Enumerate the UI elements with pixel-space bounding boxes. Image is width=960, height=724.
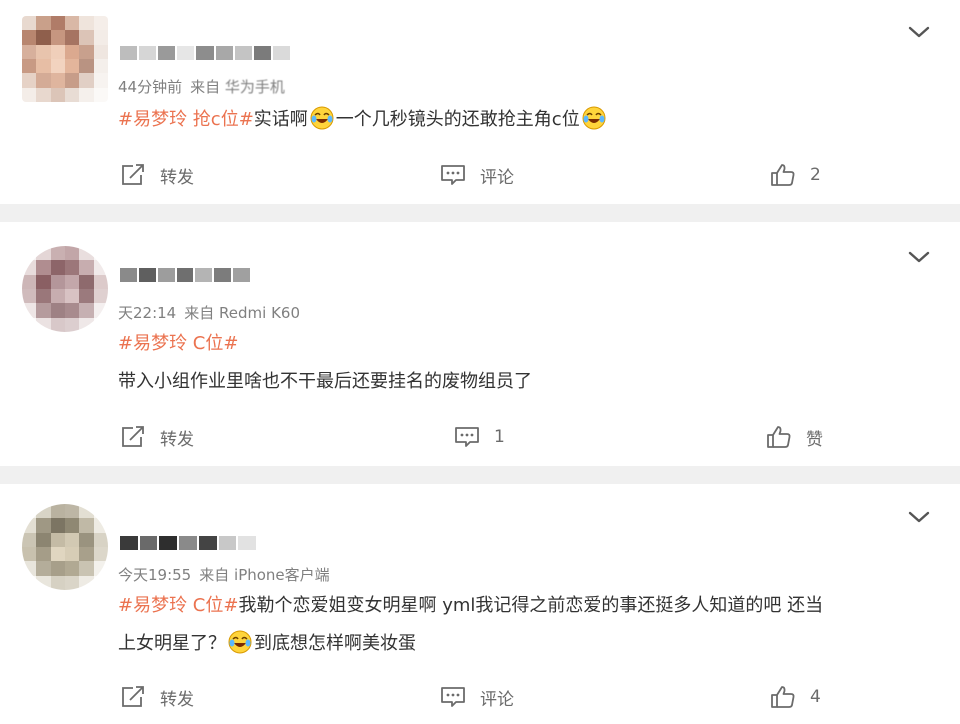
post-source: iPhone客户端: [234, 566, 330, 584]
post-text-part: 一个几秒镜头的还敢抢主角c位: [335, 109, 580, 130]
like-button[interactable]: 2: [770, 160, 821, 190]
post-meta: 44分钟前 来自 华为手机: [118, 76, 285, 97]
avatar[interactable]: [22, 504, 108, 590]
avatar[interactable]: [22, 246, 108, 332]
comment-label: 评论: [480, 689, 514, 710]
repost-button[interactable]: 转发: [120, 160, 194, 190]
topic-link[interactable]: #易梦玲 C位#: [118, 595, 238, 616]
post-text: #易梦玲 C位#: [118, 326, 920, 362]
post-text-part: 上女明星了？: [118, 633, 226, 654]
comment-count: 1: [494, 427, 505, 447]
post-meta: 天22:14 来自 Redmi K60: [118, 302, 300, 323]
source-prefix: 来自: [199, 566, 230, 584]
laugh-cry-emoji-icon: [228, 630, 252, 654]
like-count: 4: [810, 687, 821, 707]
laugh-cry-emoji-icon: [310, 106, 334, 130]
post-text-part: 带入小组作业里啥也不干最后还要挂名的废物组员了: [118, 371, 532, 392]
like-button[interactable]: 4: [770, 682, 821, 712]
username-blurred[interactable]: [120, 46, 290, 60]
thumbs-up-icon: [767, 426, 791, 448]
comment-icon: [455, 427, 479, 447]
comment-icon: [441, 165, 465, 185]
like-button[interactable]: 赞: [766, 422, 823, 452]
post-card: 44分钟前 来自 华为手机 #易梦玲 抢c位#实话啊 一个几秒镜头的还敢抢主角c位 …: [0, 0, 960, 204]
avatar[interactable]: [22, 16, 108, 102]
action-bar: 转发 评论 4: [0, 682, 960, 712]
thumbs-up-icon: [771, 686, 795, 708]
chevron-down-icon[interactable]: [908, 510, 930, 524]
post-text: #易梦玲 C位#我勒个恋爱姐变女明星啊 yml我记得之前恋爱的事还挺多人知道的吧…: [118, 588, 920, 624]
comment-icon: [441, 687, 465, 707]
repost-icon: [122, 686, 144, 707]
topic-link[interactable]: #易梦玲 抢c位#: [118, 109, 254, 130]
username-blurred[interactable]: [120, 268, 251, 282]
source-prefix: 来自: [190, 78, 221, 96]
post-text: 带入小组作业里啥也不干最后还要挂名的废物组员了: [118, 364, 920, 400]
comment-label: 评论: [480, 167, 514, 188]
repost-label: 转发: [160, 689, 194, 710]
post-source: Redmi K60: [219, 304, 301, 322]
source-prefix: 来自: [184, 304, 215, 322]
post-card: 天22:14 来自 Redmi K60 #易梦玲 C位# 带入小组作业里啥也不干最…: [0, 222, 960, 466]
username-blurred[interactable]: [120, 536, 257, 550]
repost-label: 转发: [160, 429, 194, 450]
repost-button[interactable]: 转发: [120, 682, 194, 712]
action-bar: 转发 1 赞: [0, 422, 960, 452]
post-time: 天22:14: [118, 304, 177, 322]
post-card: 今天19:55 来自 iPhone客户端 #易梦玲 C位#我勒个恋爱姐变女明星啊 …: [0, 484, 960, 724]
laugh-cry-emoji-icon: [582, 106, 606, 130]
comment-button[interactable]: 1: [454, 422, 505, 452]
post-text: 上女明星了？ 到底想怎样啊美妆蛋: [118, 626, 920, 662]
comment-button[interactable]: 评论: [440, 160, 514, 190]
repost-icon: [122, 426, 144, 447]
chevron-down-icon[interactable]: [908, 25, 930, 39]
post-text-part: 我勒个恋爱姐变女明星啊 yml我记得之前恋爱的事还挺多人知道的吧 还当: [238, 595, 824, 616]
repost-button[interactable]: 转发: [120, 422, 194, 452]
like-label: 赞: [806, 429, 823, 450]
comment-button[interactable]: 评论: [440, 682, 514, 712]
chevron-down-icon[interactable]: [908, 250, 930, 264]
repost-label: 转发: [160, 167, 194, 188]
post-text: #易梦玲 抢c位#实话啊 一个几秒镜头的还敢抢主角c位: [118, 102, 920, 138]
post-text-part: 实话啊: [253, 109, 308, 130]
post-source: 华为手机: [224, 78, 285, 96]
post-text-part: 到底想怎样啊美妆蛋: [254, 633, 416, 654]
topic-link[interactable]: #易梦玲 C位#: [118, 333, 238, 354]
post-time: 44分钟前: [118, 78, 183, 96]
post-meta: 今天19:55 来自 iPhone客户端: [118, 564, 330, 585]
like-count: 2: [810, 165, 821, 185]
thumbs-up-icon: [771, 164, 795, 186]
repost-icon: [122, 164, 144, 185]
post-time: 今天19:55: [118, 566, 192, 584]
action-bar: 转发 评论 2: [0, 160, 960, 190]
